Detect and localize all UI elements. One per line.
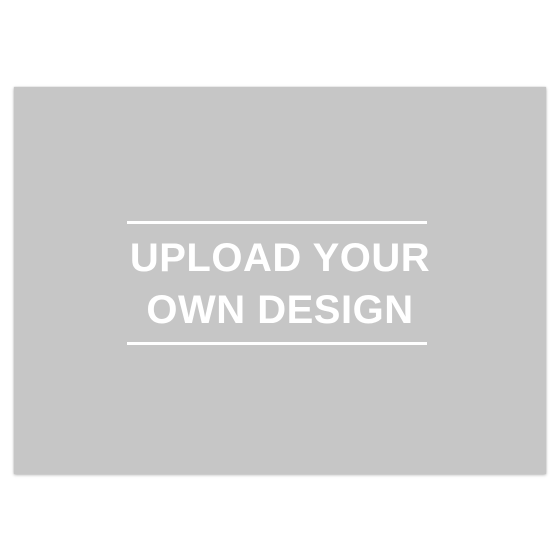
message-line-1: UPLOAD YOUR [129,236,431,280]
design-card-placeholder: UPLOAD YOUR OWN DESIGN [14,87,546,474]
upload-message: UPLOAD YOUR OWN DESIGN [14,232,546,336]
bottom-divider [127,342,427,345]
message-line-2: OWN DESIGN [146,288,414,332]
top-divider [127,221,427,224]
